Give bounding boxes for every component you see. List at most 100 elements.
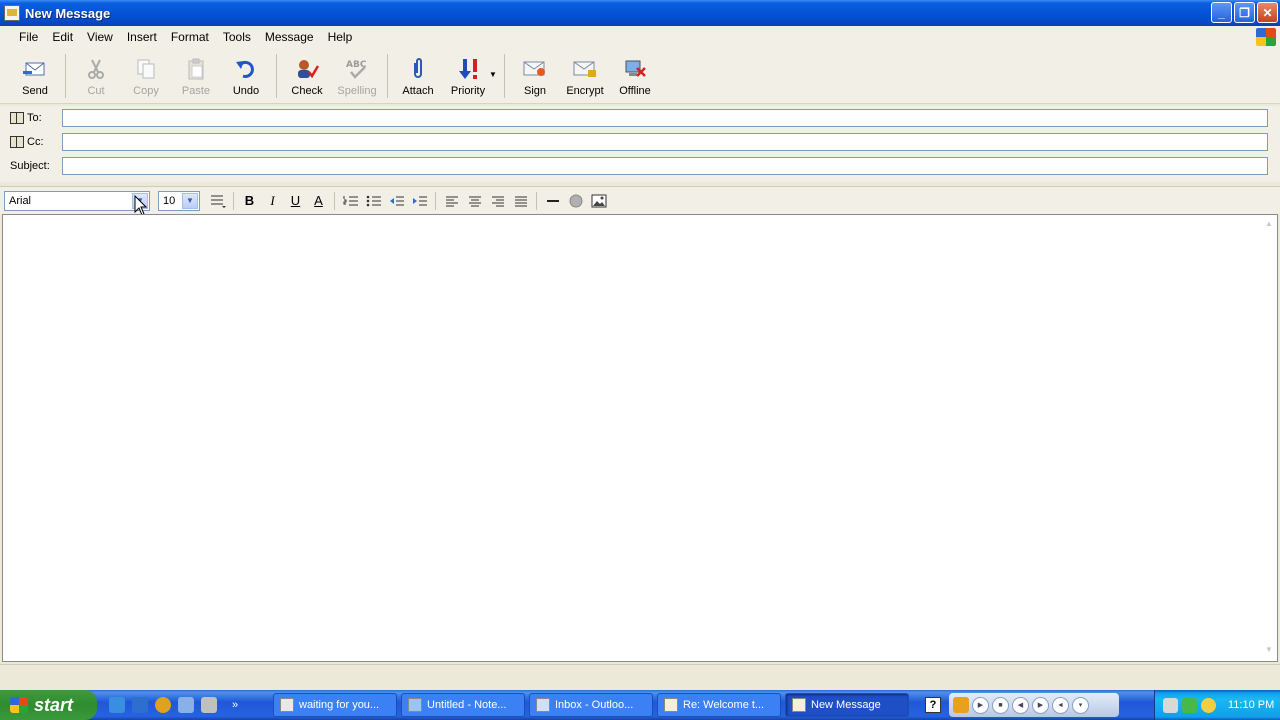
subject-field[interactable] (62, 157, 1268, 175)
decrease-indent-button[interactable] (385, 190, 408, 212)
next-icon[interactable]: ▶ (1032, 696, 1049, 714)
cc-button[interactable]: Cc: (0, 136, 62, 148)
taskbar-item-active[interactable]: New Message (785, 693, 909, 717)
italic-button[interactable]: I (261, 190, 284, 212)
menu-edit[interactable]: Edit (45, 30, 80, 44)
play-icon[interactable]: ▶ (972, 696, 989, 714)
menu-insert[interactable]: Insert (120, 30, 164, 44)
to-field[interactable] (62, 109, 1268, 127)
volume-icon[interactable]: ◄ (1052, 696, 1069, 714)
start-button[interactable]: start (0, 690, 97, 720)
taskbar-item[interactable]: Inbox - Outloo... (529, 693, 653, 717)
windows-logo-icon (1256, 28, 1276, 46)
hyperlink-button[interactable] (564, 190, 587, 212)
media-logo-icon (953, 697, 969, 713)
windows-explorer-icon[interactable] (132, 697, 148, 713)
clipboard-icon (184, 57, 208, 81)
format-separator (435, 191, 436, 210)
increase-indent-button[interactable] (408, 190, 431, 212)
bulleted-list-button[interactable] (362, 190, 385, 212)
numbered-list-button[interactable] (339, 190, 362, 212)
chevron-down-icon[interactable]: ▼ (182, 192, 198, 209)
cc-row: Cc: (0, 130, 1280, 154)
new-message-icon[interactable] (4, 5, 20, 21)
menu-icon[interactable]: ▾ (1072, 696, 1089, 714)
format-separator (536, 191, 537, 210)
align-right-button[interactable] (486, 190, 509, 212)
message-icon (664, 698, 678, 712)
scroll-up-icon[interactable]: ▲ (1263, 219, 1275, 231)
menu-tools[interactable]: Tools (216, 30, 258, 44)
priority-dropdown-icon[interactable]: ▼ (489, 70, 499, 79)
cc-field[interactable] (62, 133, 1268, 151)
offline-icon (623, 57, 647, 81)
to-button[interactable]: To: (0, 112, 62, 124)
address-book-icon[interactable] (10, 136, 24, 148)
align-center-button[interactable] (463, 190, 486, 212)
font-color-button[interactable]: A (307, 190, 330, 212)
menu-bar: File Edit View Insert Format Tools Messa… (0, 26, 1280, 48)
justify-button[interactable] (509, 190, 532, 212)
close-button[interactable]: ✕ (1257, 2, 1278, 23)
scissors-icon (84, 57, 108, 81)
spelling-icon: ABC (345, 57, 369, 81)
minimize-button[interactable]: _ (1211, 2, 1232, 23)
network-icon[interactable] (1163, 697, 1178, 713)
encrypt-icon (573, 57, 597, 81)
title-bar: New Message _ ❐ ✕ (0, 0, 1280, 26)
media-player-icon[interactable] (155, 697, 171, 713)
cut-button[interactable]: Cut (71, 48, 121, 100)
sign-button[interactable]: Sign (510, 48, 560, 100)
help-icon[interactable]: ? (925, 697, 941, 713)
address-book-icon[interactable] (10, 112, 24, 124)
stop-icon[interactable]: ■ (992, 696, 1009, 714)
menu-view[interactable]: View (80, 30, 120, 44)
align-left-button[interactable] (440, 190, 463, 212)
window-title: New Message (25, 5, 111, 21)
numbered-list-icon (343, 195, 358, 205)
previous-icon[interactable]: ◀ (1012, 696, 1029, 714)
vertical-scrollbar[interactable]: ▲ ▼ (1261, 215, 1277, 661)
search-icon[interactable] (1201, 697, 1216, 713)
send-button[interactable]: Send (10, 48, 60, 100)
messenger-icon[interactable] (201, 697, 217, 713)
paragraph-style-button[interactable] (206, 190, 229, 212)
quick-launch-more-icon[interactable]: » (232, 699, 238, 711)
taskbar-item[interactable]: waiting for you... (273, 693, 397, 717)
menu-file[interactable]: File (12, 30, 45, 44)
internet-explorer-icon[interactable] (109, 697, 125, 713)
check-names-button[interactable]: Check (282, 48, 332, 100)
security-icon[interactable] (1182, 697, 1197, 713)
window-controls: _ ❐ ✕ (1211, 2, 1278, 23)
spelling-button[interactable]: ABC Spelling (332, 48, 382, 100)
horizontal-line-button[interactable] (541, 190, 564, 212)
menu-message[interactable]: Message (258, 30, 321, 44)
clock[interactable]: 11:10 PM (1228, 699, 1274, 711)
system-tray: 11:10 PM (1154, 690, 1280, 720)
paste-button[interactable]: Paste (171, 48, 221, 100)
bold-button[interactable]: B (238, 190, 261, 212)
font-size-select[interactable]: 10 ▼ (158, 190, 200, 211)
priority-button[interactable]: Priority (443, 48, 493, 100)
underline-button[interactable]: U (284, 190, 307, 212)
menu-format[interactable]: Format (164, 30, 216, 44)
picture-icon (591, 194, 606, 207)
scroll-down-icon[interactable]: ▼ (1263, 645, 1275, 657)
message-header: To: Cc: Subject: (0, 106, 1280, 182)
message-body[interactable]: ▲ ▼ (2, 214, 1278, 662)
restore-button[interactable]: ❐ (1234, 2, 1255, 23)
copy-button[interactable]: Copy (121, 48, 171, 100)
taskbar-item[interactable]: Re: Welcome t... (657, 693, 781, 717)
outlook-express-icon[interactable] (178, 697, 194, 713)
attach-button[interactable]: Attach (393, 48, 443, 100)
taskbar-item[interactable]: Untitled - Note... (401, 693, 525, 717)
offline-button[interactable]: Offline (610, 48, 660, 100)
menu-help[interactable]: Help (321, 30, 360, 44)
insert-picture-button[interactable] (587, 190, 610, 212)
sign-icon (523, 57, 547, 81)
font-name-select[interactable]: Arial ▼ (4, 190, 150, 211)
encrypt-button[interactable]: Encrypt (560, 48, 610, 100)
status-bar (0, 664, 1280, 686)
new-message-icon (792, 698, 806, 712)
undo-button[interactable]: Undo (221, 48, 271, 100)
